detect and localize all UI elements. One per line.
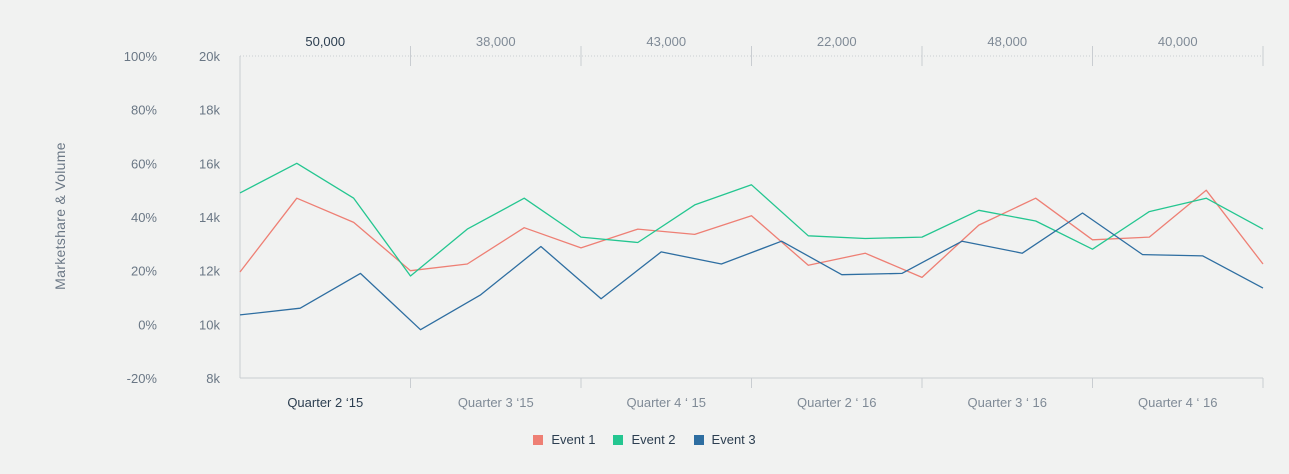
top-value-label: 40,000	[1158, 34, 1198, 49]
y-left-tick-label: 0%	[138, 317, 157, 332]
y-right-tick-label: 18k	[199, 103, 220, 118]
legend-label: Event 2	[631, 432, 676, 447]
category-label[interactable]: Quarter 3 ‘15	[458, 395, 534, 410]
y-axis-title: Marketshare & Volume	[52, 142, 68, 290]
y-axis-left: 100% 80% 60% 40% 20% 0% -20%	[124, 49, 158, 386]
category-label[interactable]: Quarter 4 ‘ 16	[1138, 395, 1218, 410]
top-value-label: 38,000	[476, 34, 516, 49]
y-left-tick-label: 40%	[131, 210, 157, 225]
y-right-tick-label: 8k	[206, 371, 220, 386]
category-label[interactable]: Quarter 2 ‘15	[287, 395, 363, 410]
y-right-tick-label: 12k	[199, 264, 220, 279]
y-left-tick-label: 20%	[131, 264, 157, 279]
legend-swatch	[693, 434, 704, 445]
y-axis-right: 20k 18k 16k 14k 12k 10k 8k	[199, 49, 220, 386]
top-value-label: 48,000	[987, 34, 1027, 49]
series-lines	[239, 162, 1264, 331]
series-line-event-1	[239, 189, 1264, 279]
y-right-tick-label: 10k	[199, 317, 220, 332]
category-label[interactable]: Quarter 2 ‘ 16	[797, 395, 877, 410]
top-value-label: 22,000	[817, 34, 857, 49]
y-right-tick-label: 20k	[199, 49, 220, 64]
axes	[239, 46, 1264, 388]
chart: 100% 80% 60% 40% 20% 0% -20% 20k 18k 16k 14k 12k 10…	[52, 34, 1264, 410]
y-left-tick-label: 80%	[131, 103, 157, 118]
legend-swatch	[533, 434, 544, 445]
legend-label: Event 3	[711, 432, 756, 447]
legend-item[interactable]: Event 2	[613, 432, 676, 447]
legend: Event 1 Event 2 Event 3	[0, 432, 1289, 447]
legend-item[interactable]: Event 1	[533, 432, 595, 447]
series-line-event-2	[239, 162, 1264, 277]
x-axis-categories: Quarter 2 ‘15 Quarter 3 ‘15 Quarter 4 ‘ 15…	[287, 395, 1217, 410]
top-value-label: 50,000	[305, 34, 345, 49]
category-label[interactable]: Quarter 4 ‘ 15	[627, 395, 707, 410]
legend-item[interactable]: Event 3	[693, 432, 756, 447]
category-label[interactable]: Quarter 3 ‘ 16	[968, 395, 1048, 410]
y-right-tick-label: 16k	[199, 156, 220, 171]
y-right-tick-label: 14k	[199, 210, 220, 225]
series-line-event-3	[239, 212, 1264, 331]
y-left-tick-label: -20%	[127, 371, 158, 386]
y-left-tick-label: 100%	[124, 49, 158, 64]
legend-label: Event 1	[551, 432, 596, 447]
legend-swatch	[613, 434, 624, 445]
y-left-tick-label: 60%	[131, 156, 157, 171]
top-value-label: 43,000	[646, 34, 686, 49]
